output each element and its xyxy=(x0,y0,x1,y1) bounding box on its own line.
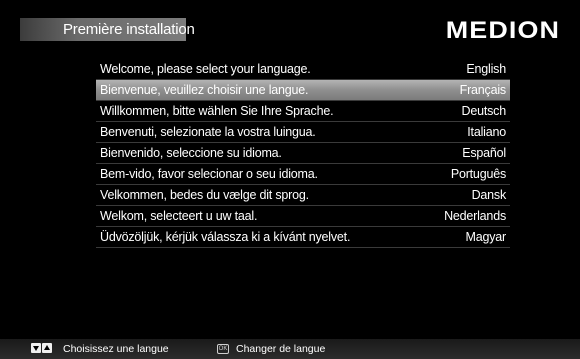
brand-logo: MEDION xyxy=(445,17,560,44)
language-prompt: Willkommen, bitte wählen Sie Ihre Sprach… xyxy=(100,104,334,118)
language-prompt: Bienvenido, seleccione su idioma. xyxy=(100,146,282,160)
language-name: Español xyxy=(462,146,506,160)
language-name: Français xyxy=(459,83,507,97)
language-name: Magyar xyxy=(465,230,507,244)
language-row-espanol[interactable]: Bienvenido, seleccione su idioma. Españo… xyxy=(96,143,510,164)
language-row-english[interactable]: Welcome, please select your language. En… xyxy=(96,59,510,80)
language-name: Italiano xyxy=(467,125,506,139)
footer-help-bar: Choisissez une langue OK Changer de lang… xyxy=(0,339,580,359)
arrow-up-key-icon xyxy=(42,343,52,353)
language-row-dansk[interactable]: Velkommen, bedes du vælge dit sprog. Dan… xyxy=(96,185,510,206)
language-prompt: Bienvenue, veuillez choisir une langue. xyxy=(100,83,309,97)
language-prompt: Bem-vido, favor selecionar o seu idioma. xyxy=(100,167,318,181)
language-name: Deutsch xyxy=(461,104,507,118)
ok-hint-label: Changer de langue xyxy=(236,343,326,355)
language-prompt: Welkom, selecteert u uw taal. xyxy=(100,209,258,223)
language-prompt: Benvenuti, selezionate la vostra luingua… xyxy=(100,125,316,139)
arrow-down-key-icon xyxy=(31,343,41,353)
up-down-arrow-keys-icon xyxy=(31,343,52,353)
language-prompt: Velkommen, bedes du vælge dit sprog. xyxy=(100,188,309,202)
language-prompt: Welcome, please select your language. xyxy=(100,62,311,76)
language-row-italiano[interactable]: Benvenuti, selezionate la vostra luingua… xyxy=(96,122,510,143)
language-name: Nederlands xyxy=(444,209,506,223)
language-row-francais[interactable]: Bienvenue, veuillez choisir une langue. … xyxy=(96,80,510,101)
language-prompt: Üdvözöljük, kérjük válassza ki a kívánt … xyxy=(100,230,351,244)
language-row-magyar[interactable]: Üdvözöljük, kérjük válassza ki a kívánt … xyxy=(96,227,510,248)
language-name: Português xyxy=(450,167,506,181)
ok-key-icon: OK xyxy=(217,344,229,354)
language-list: Welcome, please select your language. En… xyxy=(96,59,510,248)
language-row-nederlands[interactable]: Welkom, selecteert u uw taal. Nederlands xyxy=(96,206,510,227)
language-row-deutsch[interactable]: Willkommen, bitte wählen Sie Ihre Sprach… xyxy=(96,101,510,122)
nav-hint-label: Choisissez une langue xyxy=(63,343,169,355)
page-title: Première installation xyxy=(63,21,195,38)
language-name: Dansk xyxy=(471,188,507,202)
language-name: English xyxy=(466,62,506,76)
language-row-portugues[interactable]: Bem-vido, favor selecionar o seu idioma.… xyxy=(96,164,510,185)
